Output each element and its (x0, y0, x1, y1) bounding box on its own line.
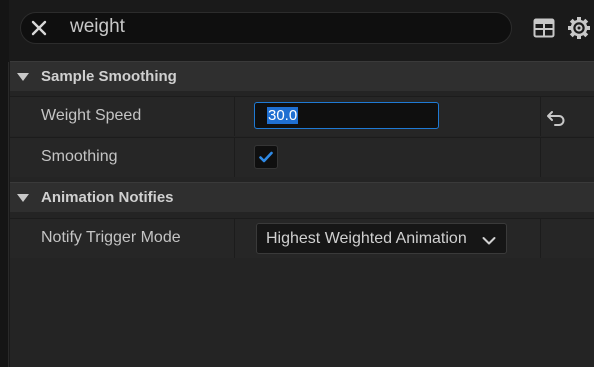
category-label: Sample Smoothing (41, 68, 177, 85)
reset-arrow-icon[interactable] (545, 107, 567, 127)
column-divider[interactable] (234, 97, 235, 136)
weight-speed-input[interactable]: 30.0 (254, 102, 439, 129)
smoothing-checkbox[interactable] (254, 145, 278, 169)
search-bar[interactable]: weight (20, 12, 512, 44)
column-divider (540, 219, 541, 258)
chevron-down-icon (482, 233, 496, 251)
close-icon[interactable] (29, 18, 49, 38)
gear-icon[interactable] (567, 16, 591, 40)
property-row-notify-trigger-mode: Notify Trigger Mode Highest Weighted Ani… (10, 218, 594, 258)
selected-text: 30.0 (267, 107, 299, 124)
checkmark-icon (259, 151, 273, 163)
property-name: Weight Speed (41, 107, 142, 124)
table-view-icon[interactable] (532, 16, 556, 40)
collapse-arrow-icon[interactable] (17, 73, 29, 81)
column-divider (540, 97, 541, 136)
notify-trigger-mode-dropdown[interactable]: Highest Weighted Animation (256, 223, 507, 254)
category-label: Animation Notifies (41, 189, 174, 206)
property-row-weight-speed: Weight Speed 30.0 (10, 96, 594, 136)
dropdown-selected-value: Highest Weighted Animation (266, 230, 467, 247)
panel-left-edge (0, 0, 9, 367)
search-input[interactable]: weight (70, 16, 125, 38)
column-divider[interactable] (234, 219, 235, 258)
property-name: Notify Trigger Mode (41, 229, 181, 246)
column-divider[interactable] (234, 138, 235, 177)
category-sample-smoothing[interactable]: Sample Smoothing (10, 61, 594, 91)
property-row-smoothing: Smoothing (10, 137, 594, 177)
column-divider (540, 138, 541, 177)
category-animation-notifies[interactable]: Animation Notifies (10, 182, 594, 212)
property-name: Smoothing (41, 148, 118, 165)
collapse-arrow-icon[interactable] (17, 194, 29, 202)
